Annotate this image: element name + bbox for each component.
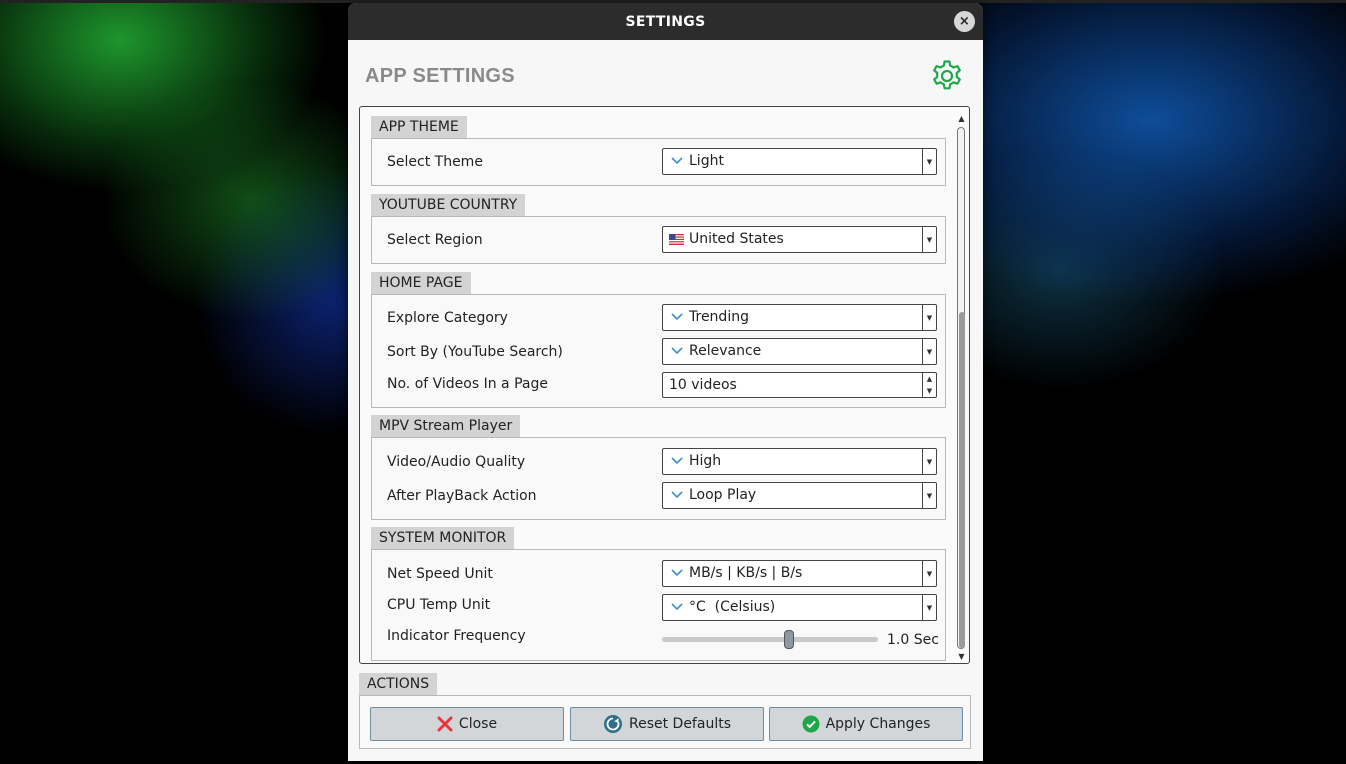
close-icon: [437, 716, 453, 732]
group-title-mpv-player: MPV Stream Player: [371, 415, 521, 437]
net-speed-unit-label: Net Speed Unit: [387, 566, 493, 582]
close-button[interactable]: Close: [370, 707, 564, 741]
vertical-scrollbar[interactable]: ▲ ▼: [956, 115, 967, 661]
theme-select[interactable]: Light ▼: [662, 148, 937, 175]
group-youtube-country: Select Region United States ▼: [371, 216, 946, 264]
quality-select[interactable]: High ▼: [662, 448, 937, 475]
chevron-down-icon: [671, 457, 683, 465]
after-playback-value: Loop Play: [689, 487, 757, 503]
scroll-down-icon[interactable]: ▼: [956, 653, 967, 661]
indicator-frequency-slider[interactable]: [662, 637, 878, 642]
page-title: APP SETTINGS: [365, 65, 515, 87]
dropdown-arrow-icon[interactable]: ▼: [922, 449, 936, 474]
chevron-down-icon: [671, 347, 683, 355]
chevron-down-icon: [671, 569, 683, 577]
after-playback-label: After PlayBack Action: [387, 488, 537, 504]
settings-scroll-area[interactable]: APP THEME Select Theme Light ▼ YOUTUBE C…: [359, 106, 970, 664]
videos-per-page-spinbox[interactable]: 10 videos ▲ ▼: [662, 372, 937, 398]
group-title-system-monitor: SYSTEM MONITOR: [371, 527, 515, 549]
apply-changes-button[interactable]: Apply Changes: [769, 707, 963, 741]
group-title-home-page: HOME PAGE: [371, 272, 471, 294]
spin-arrows-icon[interactable]: ▲ ▼: [922, 373, 936, 397]
scroll-up-icon[interactable]: ▲: [956, 115, 967, 123]
select-theme-label: Select Theme: [387, 154, 483, 170]
videos-per-page-value: 10 videos: [669, 377, 737, 393]
explore-category-value: Trending: [689, 309, 749, 325]
group-app-theme: Select Theme Light ▼: [371, 138, 946, 186]
videos-per-page-label: No. of Videos In a Page: [387, 376, 548, 392]
group-title-app-theme: APP THEME: [371, 116, 467, 138]
dropdown-arrow-icon[interactable]: ▼: [922, 305, 936, 330]
theme-value: Light: [689, 153, 724, 169]
actions-group: Close Reset Defaults Apply Changes: [359, 695, 971, 749]
close-button-label: Close: [458, 716, 498, 732]
dropdown-arrow-icon[interactable]: ▼: [922, 483, 936, 508]
dropdown-arrow-icon[interactable]: ▼: [922, 149, 936, 174]
sort-by-select[interactable]: Relevance ▼: [662, 338, 937, 365]
after-playback-select[interactable]: Loop Play ▼: [662, 482, 937, 509]
region-select[interactable]: United States ▼: [662, 226, 937, 253]
chevron-down-icon: [671, 603, 683, 611]
sort-by-value: Relevance: [689, 343, 762, 359]
dropdown-arrow-icon[interactable]: ▼: [922, 595, 936, 620]
group-title-actions: ACTIONS: [359, 673, 438, 695]
explore-category-select[interactable]: Trending ▼: [662, 304, 937, 331]
quality-value: High: [689, 453, 722, 469]
group-system-monitor: Net Speed Unit MB/s | KB/s | B/s ▼ CPU T…: [371, 549, 946, 661]
chevron-down-icon: [671, 491, 683, 499]
indicator-frequency-label: Indicator Frequency: [387, 628, 526, 644]
group-title-youtube-country: YOUTUBE COUNTRY: [371, 194, 526, 216]
quality-label: Video/Audio Quality: [387, 454, 526, 470]
app-header: APP SETTINGS: [348, 40, 983, 108]
us-flag-icon: [669, 234, 684, 245]
window-title: SETTINGS: [625, 13, 706, 30]
indicator-frequency-value: 1.0 Sec: [887, 632, 939, 648]
dropdown-arrow-icon[interactable]: ▼: [922, 561, 936, 586]
cpu-temp-unit-label: CPU Temp Unit: [387, 597, 491, 613]
reset-icon: [603, 715, 622, 733]
window-close-icon[interactable]: ×: [954, 11, 975, 32]
scroll-thumb[interactable]: [959, 312, 965, 648]
checkmark-icon: [802, 715, 820, 733]
explore-category-label: Explore Category: [387, 310, 508, 326]
scroll-track[interactable]: [957, 127, 965, 649]
gear-icon: [933, 60, 961, 90]
sort-by-label: Sort By (YouTube Search): [387, 344, 563, 360]
reset-defaults-button[interactable]: Reset Defaults: [570, 707, 764, 741]
dropdown-arrow-icon[interactable]: ▼: [922, 227, 936, 252]
apply-changes-label: Apply Changes: [825, 716, 931, 732]
net-speed-unit-value: MB/s | KB/s | B/s: [689, 565, 803, 581]
title-bar[interactable]: SETTINGS ×: [348, 3, 983, 40]
group-mpv-player: Video/Audio Quality High ▼ After PlayBac…: [371, 437, 946, 520]
slider-handle[interactable]: [784, 630, 795, 649]
settings-window: SETTINGS × APP SETTINGS APP THEME Select…: [348, 3, 983, 761]
cpu-temp-unit-select[interactable]: °C (Celsius) ▼: [662, 594, 937, 621]
net-speed-unit-select[interactable]: MB/s | KB/s | B/s ▼: [662, 560, 937, 587]
region-value: United States: [689, 231, 784, 247]
group-home-page: Explore Category Trending ▼ Sort By (You…: [371, 294, 946, 408]
reset-defaults-label: Reset Defaults: [628, 716, 731, 732]
select-region-label: Select Region: [387, 232, 483, 248]
chevron-down-icon: [671, 313, 683, 321]
chevron-down-icon: [671, 157, 683, 165]
dropdown-arrow-icon[interactable]: ▼: [922, 339, 936, 364]
cpu-temp-unit-value: °C (Celsius): [689, 599, 776, 615]
